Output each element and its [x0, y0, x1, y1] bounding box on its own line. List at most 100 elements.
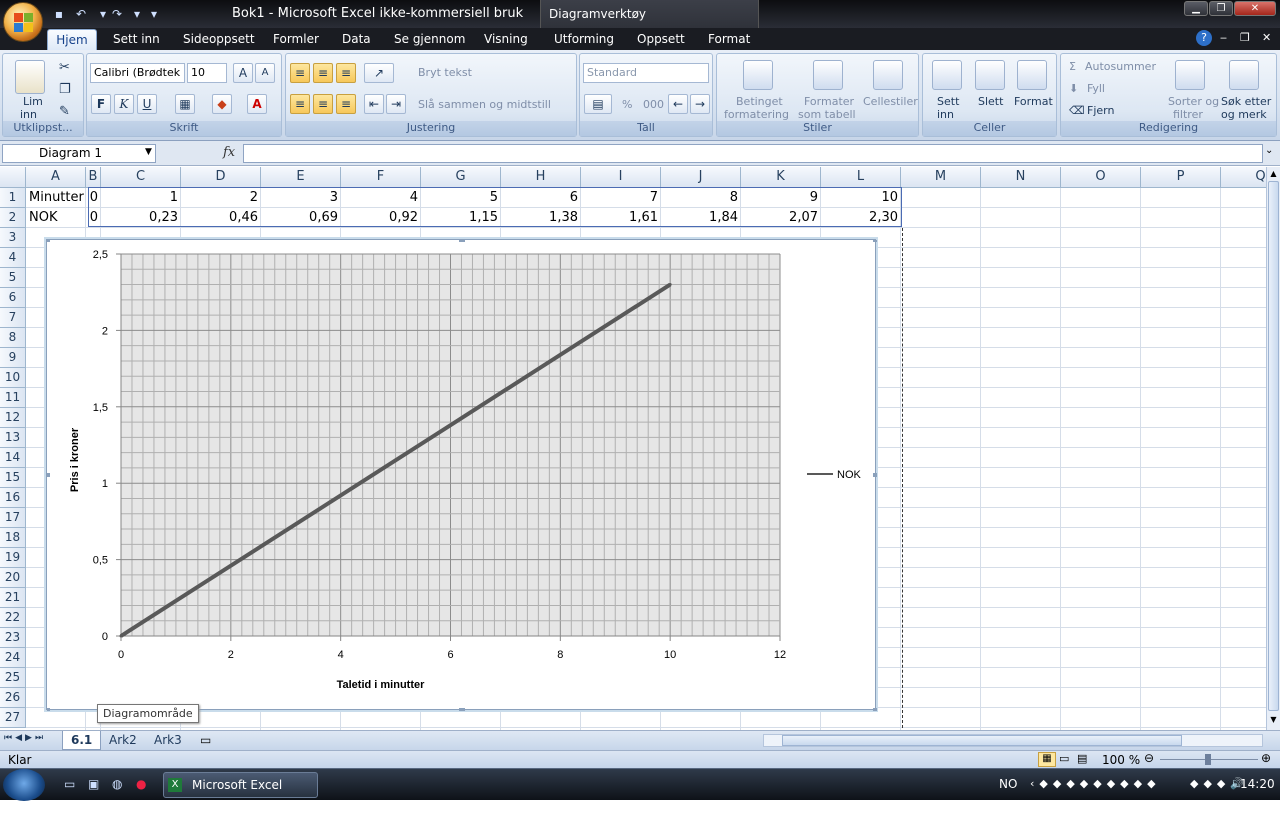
redo-icon[interactable]: ↷ [108, 5, 126, 23]
cell-styles-icon[interactable] [873, 60, 903, 90]
insert-function-icon[interactable]: fx [223, 145, 235, 160]
page-layout-view-icon[interactable]: ▭ [1059, 752, 1069, 765]
conditional-formatting-icon[interactable] [743, 60, 773, 90]
insert-sheet-icon[interactable]: ▭ [200, 733, 211, 747]
close-button[interactable]: ✕ [1234, 1, 1276, 16]
zoom-slider-thumb[interactable] [1205, 754, 1211, 765]
sheet-nav-icons[interactable]: ⏮◀▶⏭ [4, 733, 46, 743]
row-header-16[interactable]: 16 [0, 488, 26, 508]
autosum-button[interactable]: Autosummer [1085, 60, 1156, 73]
fill-color-icon[interactable]: ◆ [212, 94, 232, 114]
decrease-indent-icon[interactable]: ⇤ [364, 94, 384, 114]
font-size-box[interactable]: 10 [187, 63, 227, 83]
zoom-out-icon[interactable]: ⊖ [1144, 751, 1154, 765]
row-header-1[interactable]: 1 [0, 188, 26, 208]
row-header-3[interactable]: 3 [0, 228, 26, 248]
cell-H2[interactable]: 1,38 [501, 208, 581, 228]
save-icon[interactable]: ▪ [50, 5, 68, 23]
cell-J1[interactable]: 8 [661, 188, 741, 208]
vertical-scroll-thumb[interactable] [1268, 181, 1279, 711]
column-header-E[interactable]: E [261, 167, 341, 188]
cell-A1[interactable]: Minutter [26, 188, 86, 208]
restore-button[interactable]: ❐ [1209, 1, 1233, 16]
borders-icon[interactable]: ▦ [175, 94, 195, 114]
select-all-corner[interactable] [0, 167, 26, 188]
row-header-22[interactable]: 22 [0, 608, 26, 628]
column-header-M[interactable]: M [901, 167, 981, 188]
cell-styles-label[interactable]: Cellestiler [863, 95, 918, 108]
find-select-label-2[interactable]: og merk [1221, 108, 1267, 121]
cell-L2[interactable]: 2,30 [821, 208, 901, 228]
cell-C1[interactable]: 1 [101, 188, 181, 208]
tab-view[interactable]: Visning [484, 32, 528, 46]
italic-button[interactable]: K [114, 94, 134, 114]
align-middle-icon[interactable]: ≡ [313, 63, 333, 83]
ribbon-minimize-icon[interactable]: ‒ [1220, 31, 1227, 44]
column-header-H[interactable]: H [501, 167, 581, 188]
cell-J2[interactable]: 1,84 [661, 208, 741, 228]
column-header-P[interactable]: P [1141, 167, 1221, 188]
wrap-text-button[interactable]: Bryt tekst [418, 66, 472, 79]
horizontal-scroll-thumb[interactable] [782, 735, 1182, 746]
cell-E1[interactable]: 3 [261, 188, 341, 208]
row-header-25[interactable]: 25 [0, 668, 26, 688]
row-header-13[interactable]: 13 [0, 428, 26, 448]
paste-label-2[interactable]: inn [20, 108, 37, 121]
row-header-2[interactable]: 2 [0, 208, 26, 228]
thousands-button[interactable]: 000 [643, 98, 664, 111]
tab-formulas[interactable]: Formler [273, 32, 319, 46]
sort-filter-label-2[interactable]: filtrer [1173, 108, 1203, 121]
app-icon[interactable]: ● [136, 777, 146, 791]
sort-filter-label[interactable]: Sorter og [1168, 95, 1219, 108]
row-header-4[interactable]: 4 [0, 248, 26, 268]
column-header-F[interactable]: F [341, 167, 421, 188]
zoom-in-icon[interactable]: ⊕ [1261, 751, 1271, 765]
conditional-formatting-label-2[interactable]: formatering [724, 108, 789, 121]
column-header-J[interactable]: J [661, 167, 741, 188]
cell-F1[interactable]: 4 [341, 188, 421, 208]
scroll-up-icon[interactable]: ▲ [1268, 169, 1279, 179]
bold-button[interactable]: F [91, 94, 111, 114]
format-as-table-label[interactable]: Formater [804, 95, 854, 108]
scroll-down-icon[interactable]: ▼ [1268, 715, 1279, 725]
tab-insert[interactable]: Sett inn [113, 32, 160, 46]
sort-filter-icon[interactable] [1175, 60, 1205, 90]
formula-input[interactable] [243, 144, 1263, 163]
row-header-18[interactable]: 18 [0, 528, 26, 548]
sheet-tab-2[interactable]: Ark2 [101, 731, 145, 750]
cell-D2[interactable]: 0,46 [181, 208, 261, 228]
cell-L1[interactable]: 10 [821, 188, 901, 208]
row-header-21[interactable]: 21 [0, 588, 26, 608]
align-center-icon[interactable]: ≡ [313, 94, 333, 114]
currency-icon[interactable]: ▤ [584, 94, 612, 114]
row-header-15[interactable]: 15 [0, 468, 26, 488]
taskbar-excel[interactable]: Microsoft Excel ikke... [163, 772, 318, 816]
increase-indent-icon[interactable]: ⇥ [386, 94, 406, 114]
sheet-tab-3[interactable]: Ark3 [146, 731, 190, 750]
cell-H1[interactable]: 6 [501, 188, 581, 208]
cell-E2[interactable]: 0,69 [261, 208, 341, 228]
tab-data[interactable]: Data [342, 32, 371, 46]
cut-icon[interactable]: ✂ [59, 60, 70, 75]
cell-G2[interactable]: 1,15 [421, 208, 501, 228]
clear-icon[interactable]: ⌫ [1069, 104, 1085, 117]
cell-C2[interactable]: 0,23 [101, 208, 181, 228]
undo-icon[interactable]: ↶ [72, 5, 90, 23]
row-header-5[interactable]: 5 [0, 268, 26, 288]
tray-icons[interactable]: ‹◆◆◆◆◆◆◆◆◆ [1030, 777, 1161, 790]
chart-area[interactable]: 0 2 4 6 8 10 12 0 0,5 1 1,5 2 2,5 NOK Taletid i minutt… [44, 238, 879, 712]
cell-B2[interactable]: 0 [86, 208, 101, 228]
row-header-27[interactable]: 27 [0, 708, 26, 728]
font-name-box[interactable]: Calibri (Brødtek [90, 63, 185, 83]
name-box[interactable]: Diagram 1 [2, 144, 156, 163]
row-header-26[interactable]: 26 [0, 688, 26, 708]
format-cells-icon[interactable] [1017, 60, 1047, 90]
row-header-11[interactable]: 11 [0, 388, 26, 408]
show-desktop-icon[interactable]: ▭ [64, 777, 75, 791]
delete-cells-label[interactable]: Slett [978, 95, 1003, 108]
tab-chart-layout[interactable]: Oppsett [637, 32, 685, 46]
normal-view-icon[interactable]: ▦ [1038, 752, 1056, 767]
expand-formula-bar-icon[interactable]: ⌄ [1265, 145, 1273, 156]
insert-cells-label-2[interactable]: inn [937, 108, 954, 121]
insert-cells-icon[interactable] [932, 60, 962, 90]
